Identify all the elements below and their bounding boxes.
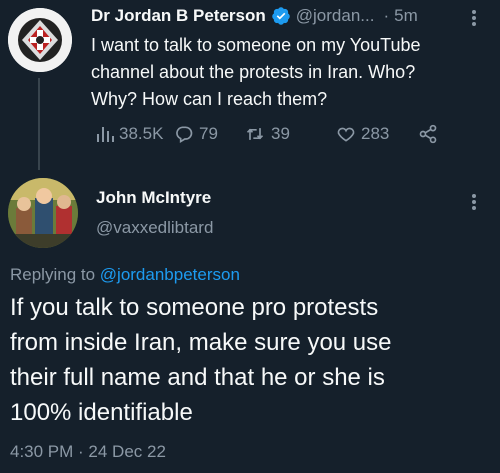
thread-connector-line <box>38 78 40 170</box>
reply-icon <box>176 126 193 143</box>
retweet-count: 39 <box>271 124 290 143</box>
views-button[interactable]: 38.5K <box>96 124 163 144</box>
author-avatar-jbp[interactable] <box>8 8 72 72</box>
tweet-text-line: Why? How can I reach them? <box>91 89 328 109</box>
reply-button[interactable]: 79 <box>174 124 218 144</box>
tweet-text-line: 100% identifiable <box>10 399 193 426</box>
verified-badge-icon <box>272 7 290 25</box>
tweet-text-line: channel about the protests in Iran. Who? <box>91 62 416 82</box>
author-handle[interactable]: @jordan... <box>296 6 375 26</box>
tweet-text-line: from inside Iran, make sure you use <box>10 329 392 356</box>
author-display-name[interactable]: Dr Jordan B Peterson <box>91 6 266 26</box>
jbp-avatar-logo <box>8 8 72 72</box>
views-count: 38.5K <box>119 124 164 143</box>
reply-count: 79 <box>199 124 218 143</box>
reply-tweet-text: If you talk to someone pro protests from… <box>10 290 392 430</box>
like-count: 283 <box>361 124 390 143</box>
tweet-time-ago[interactable]: 5m <box>394 6 418 26</box>
like-icon <box>337 127 355 142</box>
replying-to-line: Replying to @jordanbpeterson <box>10 265 240 285</box>
retweet-button[interactable]: 39 <box>244 124 290 144</box>
more-icon <box>472 10 476 26</box>
reply-more-button[interactable] <box>467 192 481 212</box>
views-icon <box>97 127 114 142</box>
like-button[interactable]: 283 <box>336 124 389 144</box>
replying-to-label: Replying to <box>10 265 100 284</box>
share-icon <box>419 124 437 144</box>
tweet-text-line: I want to talk to someone on my YouTube <box>91 35 421 55</box>
header-separator: · <box>383 6 390 25</box>
share-button[interactable] <box>418 124 438 144</box>
mcintyre-avatar-image <box>8 178 78 248</box>
reply-author-name[interactable]: John McIntyre <box>96 188 211 208</box>
more-icon <box>472 194 476 210</box>
parent-tweet-text: I want to talk to someone on my YouTube … <box>91 32 421 113</box>
tweet-text-line: If you talk to someone pro protests <box>10 294 379 321</box>
author-avatar-mcintyre[interactable] <box>8 178 78 248</box>
reply-author-handle[interactable]: @vaxxedlibtard <box>96 218 213 238</box>
parent-more-button[interactable] <box>467 8 481 28</box>
parent-action-bar: 38.5K 79 39 283 <box>96 124 446 148</box>
retweet-icon <box>246 128 264 140</box>
reply-timestamp[interactable]: 4:30 PM · 24 Dec 22 <box>10 442 166 462</box>
replying-to-handle-link[interactable]: @jordanbpeterson <box>100 265 240 284</box>
parent-tweet-header: Dr Jordan B Peterson @jordan... · 5m <box>91 6 418 26</box>
tweet-text-line: their full name and that he or she is <box>10 364 385 391</box>
